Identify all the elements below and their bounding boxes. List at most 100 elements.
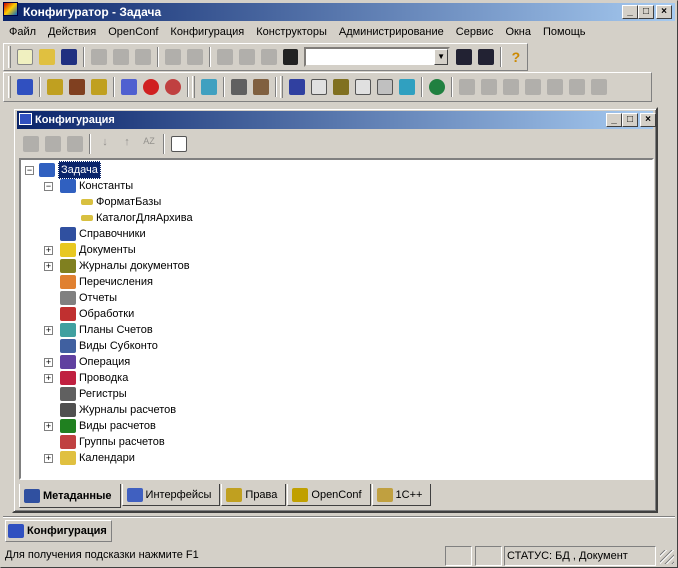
child-minimize-button[interactable]: _ bbox=[606, 113, 622, 127]
tree-item[interactable]: Календари bbox=[60, 450, 135, 466]
tree-item[interactable]: Виды Субконто bbox=[60, 338, 158, 354]
tree-item[interactable]: Группы расчетов bbox=[60, 434, 165, 450]
cut-icon[interactable] bbox=[90, 49, 107, 65]
search-help-icon[interactable] bbox=[91, 79, 107, 95]
metadata-icon bbox=[60, 371, 76, 385]
tree-item[interactable]: Проводка bbox=[60, 370, 128, 386]
menu-item[interactable]: Конструкторы bbox=[250, 22, 333, 42]
wizard-9-icon[interactable] bbox=[503, 79, 519, 95]
tree-item[interactable]: Журналы документов bbox=[60, 258, 190, 274]
expand-icon[interactable]: + bbox=[44, 246, 53, 255]
wizard-6-icon[interactable] bbox=[399, 79, 415, 95]
tree-item[interactable]: ФорматБазы bbox=[81, 194, 161, 210]
expand-icon[interactable]: + bbox=[44, 262, 53, 271]
copy-icon[interactable] bbox=[112, 49, 129, 65]
menu-item[interactable]: Файл bbox=[3, 22, 42, 42]
search-combo[interactable]: ▼ bbox=[304, 47, 451, 67]
syntax-icon[interactable] bbox=[121, 79, 137, 95]
wizard-8-icon[interactable] bbox=[481, 79, 497, 95]
menu-item[interactable]: Окна bbox=[499, 22, 537, 42]
tab-3[interactable]: OpenConf bbox=[287, 484, 371, 506]
wizard-11-icon[interactable] bbox=[547, 79, 563, 95]
expand-icon[interactable]: + bbox=[44, 454, 53, 463]
save-icon[interactable] bbox=[60, 49, 77, 65]
tab-0[interactable]: Метаданные bbox=[19, 484, 121, 508]
delete-object-icon[interactable] bbox=[67, 136, 83, 152]
find-icon[interactable] bbox=[282, 49, 299, 65]
unload-icon[interactable] bbox=[253, 79, 269, 95]
menu-item[interactable]: Конфигурация bbox=[164, 22, 250, 42]
wizard-2-icon[interactable] bbox=[311, 79, 327, 95]
edit-object-icon[interactable] bbox=[45, 136, 61, 152]
globe-wizard-icon[interactable] bbox=[429, 79, 445, 95]
find-next-icon[interactable] bbox=[456, 49, 473, 65]
child-maximize-button[interactable]: □ bbox=[622, 113, 638, 127]
menu-item[interactable]: OpenConf bbox=[102, 22, 164, 42]
rights-icon[interactable] bbox=[69, 79, 85, 95]
tree-item[interactable]: Регистры bbox=[60, 386, 127, 402]
wizard-10-icon[interactable] bbox=[525, 79, 541, 95]
wizard-5-icon[interactable] bbox=[377, 79, 393, 95]
help-icon[interactable]: ? bbox=[508, 49, 524, 65]
taskbar-config-button[interactable]: Конфигурация bbox=[5, 520, 112, 542]
menu-item[interactable]: Администрирование bbox=[333, 22, 450, 42]
tab-4[interactable]: 1С++ bbox=[371, 484, 432, 506]
expand-icon[interactable]: + bbox=[44, 374, 53, 383]
debug-icon[interactable] bbox=[165, 79, 181, 95]
new-object-icon[interactable] bbox=[23, 136, 39, 152]
wizard-12-icon[interactable] bbox=[569, 79, 585, 95]
close-button[interactable]: × bbox=[656, 5, 672, 19]
config-tree-icon[interactable] bbox=[17, 79, 33, 95]
wizard-13-icon[interactable] bbox=[591, 79, 607, 95]
move-down-icon[interactable]: ↓ bbox=[97, 136, 113, 152]
tree-item[interactable]: КаталогДляАрхива bbox=[81, 210, 193, 226]
wizard-7-icon[interactable] bbox=[459, 79, 475, 95]
resize-grip[interactable] bbox=[660, 550, 674, 564]
tree-item[interactable]: Обработки bbox=[60, 306, 134, 322]
undo-icon[interactable] bbox=[238, 49, 255, 65]
tree-item[interactable]: Константы bbox=[60, 178, 133, 194]
load-icon[interactable] bbox=[231, 79, 247, 95]
minimize-button[interactable]: _ bbox=[622, 5, 638, 19]
print-preview-icon[interactable] bbox=[186, 49, 203, 65]
user-icon[interactable] bbox=[201, 79, 217, 95]
menu-item[interactable]: Сервис bbox=[450, 22, 500, 42]
sort-icon[interactable]: AZ bbox=[141, 136, 157, 152]
chevron-down-icon[interactable]: ▼ bbox=[434, 49, 449, 65]
tree-item[interactable]: Справочники bbox=[60, 226, 146, 242]
menu-item[interactable]: Действия bbox=[42, 22, 102, 42]
tree-item[interactable]: Отчеты bbox=[60, 290, 117, 306]
expand-icon[interactable]: + bbox=[44, 326, 53, 335]
users-icon[interactable] bbox=[47, 79, 63, 95]
paste-icon[interactable] bbox=[134, 49, 151, 65]
toolbar-grip[interactable] bbox=[8, 46, 11, 68]
tree-item[interactable]: Журналы расчетов bbox=[60, 402, 176, 418]
menu-item[interactable]: Помощь bbox=[537, 22, 592, 42]
print-icon[interactable] bbox=[164, 49, 181, 65]
child-close-button[interactable]: × bbox=[640, 113, 656, 127]
stop-icon[interactable] bbox=[143, 79, 159, 95]
expand-icon[interactable]: + bbox=[44, 358, 53, 367]
properties-icon[interactable] bbox=[216, 49, 233, 65]
tab-1[interactable]: Интерфейсы bbox=[121, 484, 221, 506]
move-up-icon[interactable]: ↑ bbox=[119, 136, 135, 152]
open-icon[interactable] bbox=[38, 49, 55, 65]
redo-icon[interactable] bbox=[260, 49, 277, 65]
maximize-button[interactable]: □ bbox=[638, 5, 654, 19]
tree-item[interactable]: Операция bbox=[60, 354, 130, 370]
tab-2[interactable]: Права bbox=[221, 484, 287, 506]
tree-item[interactable]: Перечисления bbox=[60, 274, 153, 290]
document-properties-icon[interactable] bbox=[171, 136, 187, 152]
tree-item[interactable]: Планы Счетов bbox=[60, 322, 153, 338]
wizard-1-icon[interactable] bbox=[289, 79, 305, 95]
new-icon[interactable] bbox=[17, 49, 33, 65]
tree-root[interactable]: − Задача bbox=[25, 161, 101, 179]
collapse-icon[interactable]: − bbox=[44, 182, 53, 191]
collapse-icon[interactable]: − bbox=[25, 165, 34, 175]
wizard-3-icon[interactable] bbox=[333, 79, 349, 95]
tree-item[interactable]: Документы bbox=[60, 242, 136, 258]
tree-item[interactable]: Виды расчетов bbox=[60, 418, 156, 434]
expand-icon[interactable]: + bbox=[44, 422, 53, 431]
wizard-4-icon[interactable] bbox=[355, 79, 371, 95]
find-prev-icon[interactable] bbox=[478, 49, 494, 65]
